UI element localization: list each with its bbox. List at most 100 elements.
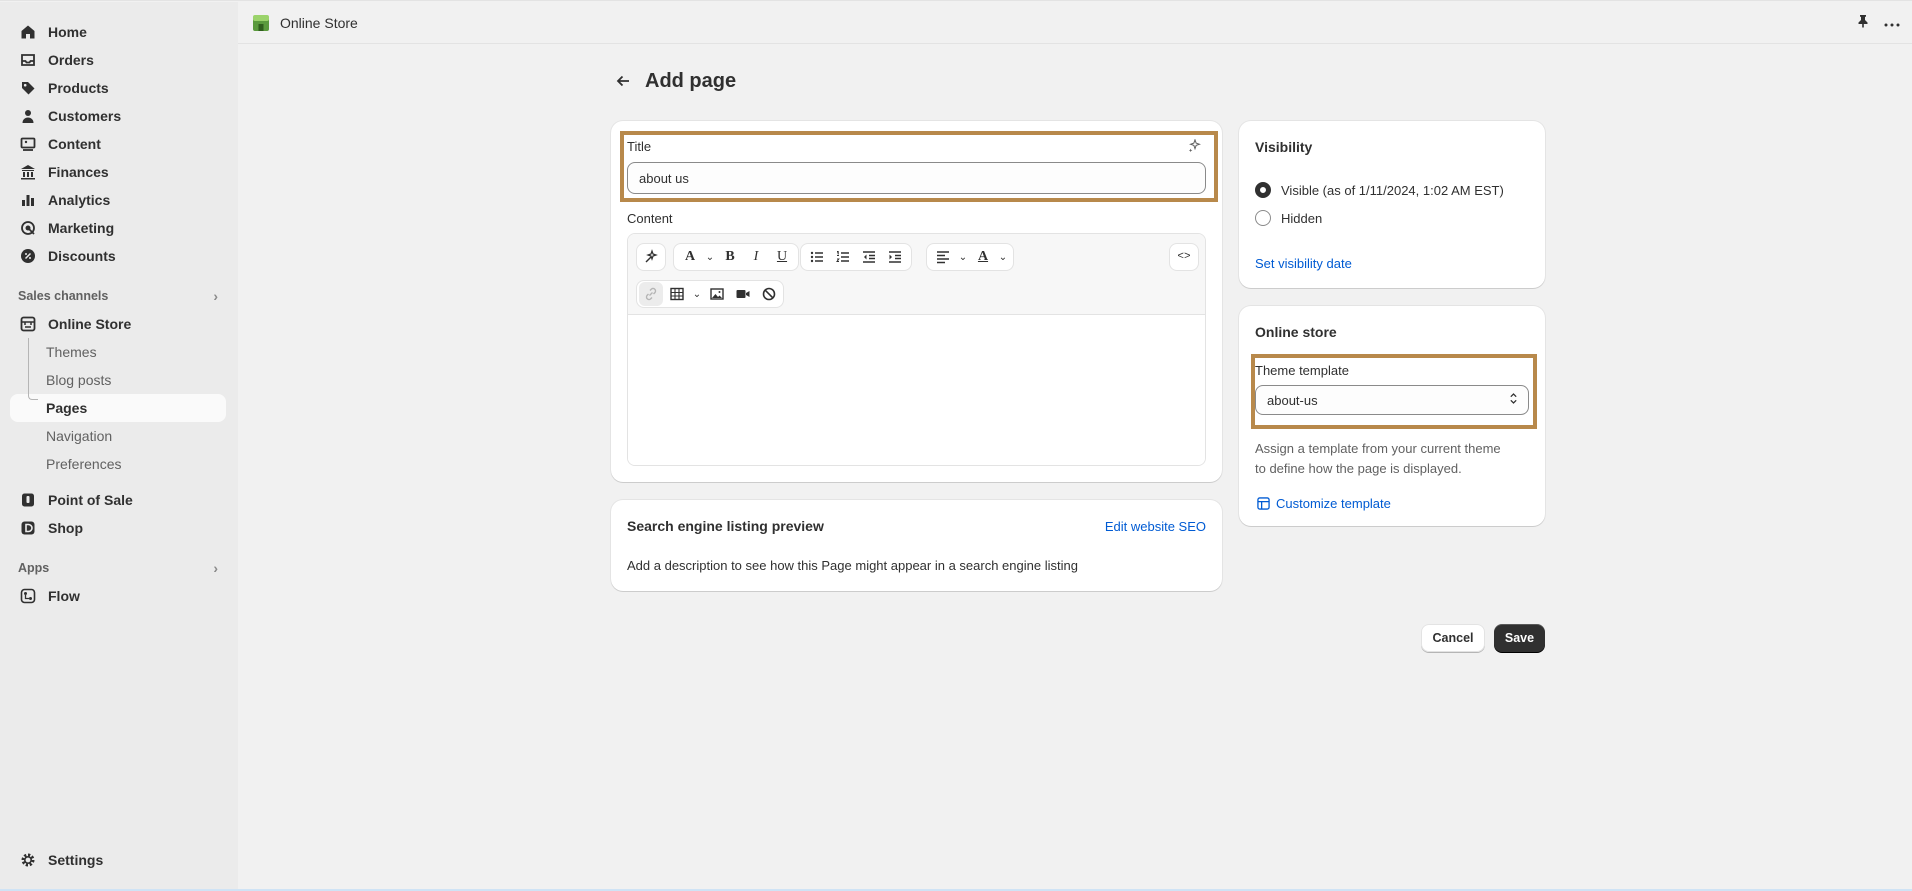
- target-icon: [20, 220, 36, 236]
- back-arrow-icon[interactable]: [611, 69, 635, 93]
- bank-icon: [20, 164, 36, 180]
- nav-item-products[interactable]: Products: [0, 74, 238, 102]
- main-nav: Home Orders Products Customers Content F…: [0, 2, 238, 610]
- visible-radio[interactable]: Visible (as of 1/11/2024, 1:02 AM EST): [1255, 182, 1504, 198]
- online-store-subnav: Themes Blog posts Pages Navigation Prefe…: [0, 338, 238, 478]
- sub-item-blog-posts[interactable]: Blog posts: [0, 366, 238, 394]
- cancel-button[interactable]: Cancel: [1421, 624, 1485, 652]
- nav-item-marketing[interactable]: Marketing: [0, 214, 238, 242]
- page-title: Add page: [645, 69, 737, 92]
- sub-item-label: Preferences: [46, 456, 122, 472]
- nav-item-flow[interactable]: Flow: [0, 582, 238, 610]
- list-group: [800, 243, 912, 271]
- sub-item-label: Blog posts: [46, 372, 112, 388]
- insert-video-icon[interactable]: [731, 282, 755, 306]
- text-color-button[interactable]: A: [971, 245, 995, 269]
- sub-item-label: Themes: [46, 344, 97, 360]
- nav-item-customers[interactable]: Customers: [0, 102, 238, 130]
- set-visibility-date-link[interactable]: Set visibility date: [1255, 256, 1352, 271]
- sales-channels-header[interactable]: Sales channels ›: [0, 282, 238, 310]
- magic-ai-button[interactable]: [639, 245, 663, 269]
- pos-icon: [20, 492, 36, 508]
- nav-item-home[interactable]: Home: [0, 18, 238, 46]
- apps-header[interactable]: Apps ›: [0, 554, 238, 582]
- person-icon: [20, 108, 36, 124]
- template-help-line: to define how the page is displayed.: [1255, 461, 1462, 476]
- indent-icon[interactable]: [883, 245, 907, 269]
- chevron-down-icon[interactable]: ⌄: [704, 252, 716, 263]
- visible-option-label: Visible (as of 1/11/2024, 1:02 AM EST): [1281, 182, 1504, 198]
- sub-item-themes[interactable]: Themes: [0, 338, 238, 366]
- title-highlight-box: [620, 131, 1218, 202]
- align-left-icon[interactable]: [931, 245, 955, 269]
- home-icon: [20, 24, 36, 40]
- sub-item-navigation[interactable]: Navigation: [0, 422, 238, 450]
- discount-icon: [20, 248, 36, 264]
- bullet-list-icon[interactable]: [805, 245, 829, 269]
- apps-label: Apps: [18, 561, 50, 575]
- chevron-down-icon[interactable]: ⌄: [997, 252, 1009, 263]
- insert-image-icon[interactable]: [705, 282, 729, 306]
- sales-channels-label: Sales channels: [18, 289, 109, 303]
- tree-elbow: [28, 392, 38, 400]
- ai-group: [636, 243, 666, 271]
- chevron-down-icon[interactable]: ⌄: [691, 289, 703, 300]
- text-style-button[interactable]: A: [678, 245, 702, 269]
- seo-description: Add a description to see how this Page m…: [627, 558, 1078, 573]
- clear-formatting-icon[interactable]: [757, 282, 781, 306]
- visibility-card: Visibility Visible (as of 1/11/2024, 1:0…: [1239, 121, 1545, 288]
- seo-card: Search engine listing preview Edit websi…: [611, 500, 1222, 591]
- app-topbar: Online Store: [238, 2, 1912, 44]
- app-title: Online Store: [280, 14, 358, 31]
- image-icon: [20, 136, 36, 152]
- nav-label: Home: [48, 24, 87, 40]
- underline-button[interactable]: U: [770, 245, 794, 269]
- sub-item-preferences[interactable]: Preferences: [0, 450, 238, 478]
- nav-item-discounts[interactable]: Discounts: [0, 242, 238, 270]
- sub-item-pages[interactable]: Pages: [10, 394, 226, 422]
- link-icon[interactable]: [639, 282, 663, 306]
- sub-item-label: Pages: [46, 400, 88, 416]
- editor-body[interactable]: [628, 315, 1205, 465]
- code-group: <>: [1169, 243, 1199, 271]
- nav-item-analytics[interactable]: Analytics: [0, 186, 238, 214]
- nav-item-settings[interactable]: Settings: [0, 846, 238, 874]
- italic-button[interactable]: I: [744, 245, 768, 269]
- gear-icon: [20, 852, 36, 868]
- nav-label: Flow: [48, 588, 80, 604]
- bar-chart-icon: [20, 192, 36, 208]
- content-label: Content: [627, 211, 673, 226]
- nav-item-point-of-sale[interactable]: Point of Sale: [0, 486, 238, 514]
- nav-item-content[interactable]: Content: [0, 130, 238, 158]
- nav-item-finances[interactable]: Finances: [0, 158, 238, 186]
- more-actions-icon[interactable]: [1884, 15, 1900, 30]
- edit-seo-link[interactable]: Edit website SEO: [1105, 519, 1206, 534]
- layout-icon: [1257, 497, 1270, 510]
- nav-item-shop[interactable]: Shop: [0, 514, 238, 542]
- insert-group: ⌄: [636, 280, 784, 308]
- nav-label: Orders: [48, 52, 94, 68]
- table-icon[interactable]: [665, 282, 689, 306]
- nav-label: Settings: [48, 852, 104, 868]
- settings-area: Settings: [0, 846, 238, 874]
- topbar-actions: [1856, 14, 1900, 31]
- rich-text-editor: A ⌄ B I U ⌄ A ⌄ <> ⌄: [627, 233, 1206, 466]
- hidden-radio[interactable]: Hidden: [1255, 210, 1322, 226]
- inbox-icon: [20, 52, 36, 68]
- chevron-down-icon[interactable]: ⌄: [957, 252, 969, 263]
- bold-button[interactable]: B: [718, 245, 742, 269]
- online-store-card-title: Online store: [1255, 324, 1337, 340]
- customize-template-link[interactable]: Customize template: [1257, 496, 1391, 511]
- tree-line: [28, 338, 29, 392]
- nav-label: Products: [48, 80, 109, 96]
- nav-item-online-store[interactable]: Online Store: [0, 310, 238, 338]
- nav-label: Shop: [48, 520, 83, 536]
- nav-item-orders[interactable]: Orders: [0, 46, 238, 74]
- numbered-list-icon[interactable]: [831, 245, 855, 269]
- pin-icon[interactable]: [1856, 14, 1870, 31]
- save-button[interactable]: Save: [1494, 624, 1545, 652]
- theme-template-highlight-box: [1251, 354, 1537, 429]
- html-code-icon[interactable]: <>: [1172, 245, 1196, 269]
- outdent-icon[interactable]: [857, 245, 881, 269]
- hidden-option-label: Hidden: [1281, 210, 1323, 226]
